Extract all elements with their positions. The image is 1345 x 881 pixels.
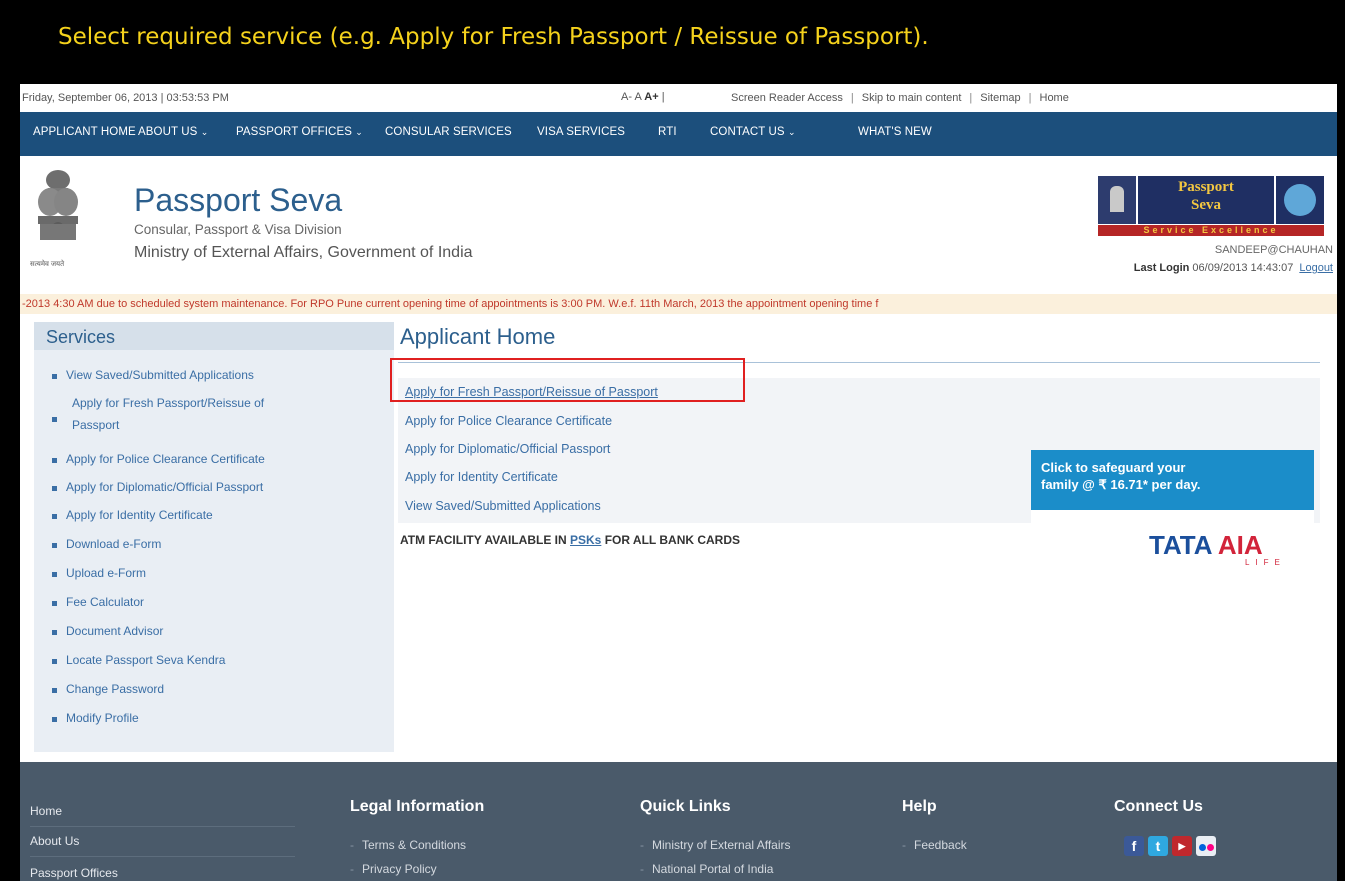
home-link[interactable]: Home [1040,92,1069,104]
globe-icon [1276,176,1324,224]
bullet-icon [52,717,57,722]
footer-home-link[interactable]: Home [30,804,62,818]
bullet-icon [52,688,57,693]
footer-passport-offices-link[interactable]: Passport Offices [30,866,118,880]
site-title[interactable]: Passport Seva [134,182,342,219]
brand-tagline: Service Excellence [1098,225,1324,236]
font-size-controls: A- A A+ | [621,91,665,103]
current-date: Friday, September 06, 2013 | 03:53:53 PM [22,92,229,104]
brand-line1: Passport [1178,179,1234,195]
help-title: Help [902,798,937,815]
screen-reader-link[interactable]: Screen Reader Access [731,92,843,104]
sitemap-link[interactable]: Sitemap [980,92,1020,104]
chevron-down-icon: ⌄ [200,127,209,137]
youtube-icon[interactable]: ▶ [1172,836,1192,856]
mea-link[interactable]: - Ministry of External Affairs [640,838,791,852]
national-portal-link[interactable]: - National Portal of India [640,862,773,876]
utility-bar: Friday, September 06, 2013 | 03:53:53 PM… [20,84,1337,110]
apply-police-clearance-link[interactable]: Apply for Police Clearance Certificate [405,414,612,428]
site-footer: Home About Us Passport Offices Legal Inf… [20,762,1337,881]
bullet-icon [52,630,57,635]
twitter-icon[interactable]: t [1148,836,1168,856]
connect-title: Connect Us [1114,798,1203,815]
footer-about-link[interactable]: About Us [30,834,79,848]
divider [30,856,295,857]
utility-links: Screen Reader Access | Skip to main conten… [731,92,1069,104]
nav-visa-services[interactable]: VISA SERVICES [537,126,625,138]
ad-line2: family @ ₹ 16.71* per day. [1041,477,1201,492]
quick-links-title: Quick Links [640,798,731,815]
atm-notice: ATM FACILITY AVAILABLE IN PSKs FOR ALL B… [400,533,741,547]
flickr-icon[interactable] [1196,836,1216,856]
skip-content-link[interactable]: Skip to main content [862,92,962,104]
emblem-caption: सत्यमेव जयते [30,261,65,268]
instruction-text: Select required service (e.g. Apply for … [58,24,929,50]
bullet-icon [52,601,57,606]
main-nav: APPLICANT HOME ABOUT US ⌄ PASSPORT OFFIC… [20,112,1337,156]
sidebar-title: Services [46,327,116,347]
services-sidebar: Services View Saved/Submitted Applicatio… [34,322,394,752]
ministry-name: Ministry of External Affairs, Government… [134,244,473,261]
nav-consular-services[interactable]: CONSULAR SERVICES [385,126,512,138]
apply-diplomatic-passport-link[interactable]: Apply for Diplomatic/Official Passport [405,442,610,456]
last-login-value: 06/09/2013 14:43:07 [1192,262,1294,274]
legal-info-title: Legal Information [350,798,485,815]
nav-about-us[interactable]: ABOUT US ⌄ [138,126,208,138]
highlight-box [390,358,745,402]
site-subtitle: Consular, Passport & Visa Division [134,222,342,237]
nav-whats-new[interactable]: WHAT'S NEW [858,126,932,138]
browser-page: Friday, September 06, 2013 | 03:53:53 PM… [20,84,1337,881]
main-content: Applicant Home Apply for Fresh Passport/… [390,322,1320,752]
divider [30,826,295,827]
passport-seva-logo: Passport Seva Service Excellence [1098,176,1330,236]
tata-aia-ad[interactable]: Click to safeguard your family @ ₹ 16.71… [1031,450,1314,575]
chevron-down-icon: ⌄ [355,127,363,137]
facebook-icon[interactable]: f [1124,836,1144,856]
separator: | [661,91,665,103]
font-decrease-button[interactable]: A- [621,91,632,103]
bullet-icon [52,374,57,379]
news-ticker: -2013 4:30 AM due to scheduled system ma… [20,294,1337,314]
ticker-text: -2013 4:30 AM due to scheduled system ma… [22,298,879,310]
instruction-banner: Select required service (e.g. Apply for … [0,0,1345,74]
emblem-mini-icon [1098,176,1136,224]
brand-line2: Seva [1191,197,1221,213]
tata-aia-logo: TATA AIA [1149,530,1263,560]
bullet-icon [52,659,57,664]
nav-passport-offices[interactable]: PASSPORT OFFICES ⌄ [236,126,363,138]
font-increase-button[interactable]: A+ [644,91,658,103]
feedback-link[interactable]: - Feedback [902,838,967,852]
font-normal-button[interactable]: A [634,91,641,103]
bullet-icon [52,486,57,491]
site-header: सत्यमेव जयते Passport Seva Consular, Pas… [20,156,1337,284]
last-login: Last Login 06/09/2013 14:43:07 Logout [1133,262,1333,274]
nav-applicant-home[interactable]: APPLICANT HOME [33,126,136,138]
bullet-icon [52,417,57,422]
sidebar-header: Services [34,322,394,350]
logout-link[interactable]: Logout [1299,262,1333,274]
bullet-icon [52,543,57,548]
bullet-icon [52,514,57,519]
ad-life-text: LIFE [1245,558,1286,567]
view-saved-applications-link[interactable]: View Saved/Submitted Applications [405,499,601,513]
terms-link[interactable]: - Terms & Conditions [350,838,466,852]
nav-rti[interactable]: RTI [658,126,677,138]
bullet-icon [52,572,57,577]
privacy-link[interactable]: - Privacy Policy [350,862,437,876]
ad-banner: Click to safeguard your family @ ₹ 16.71… [1031,450,1314,510]
chevron-down-icon: ⌄ [788,127,796,137]
bullet-icon [52,458,57,463]
ad-line1: Click to safeguard your [1041,460,1186,475]
psks-link[interactable]: PSKs [570,533,601,547]
page-title: Applicant Home [400,324,556,349]
national-emblem-icon [38,170,78,240]
user-name: SANDEEP@CHAUHAN [1214,244,1333,256]
apply-identity-certificate-link[interactable]: Apply for Identity Certificate [405,470,558,484]
nav-contact-us[interactable]: CONTACT US ⌄ [710,126,796,138]
